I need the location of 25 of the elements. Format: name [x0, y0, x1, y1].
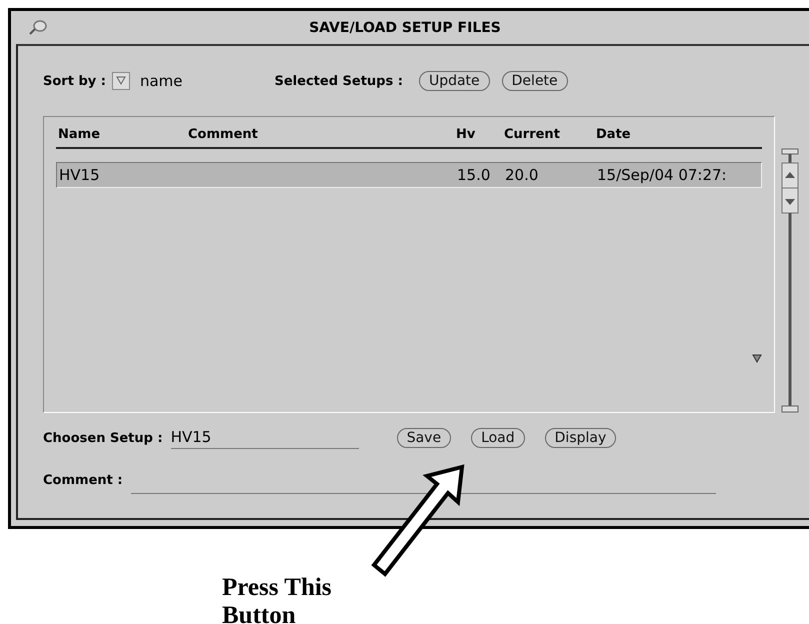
chosen-setup-label: Choosen Setup : [43, 430, 163, 446]
comment-label: Comment : [43, 472, 123, 488]
list-row[interactable]: HV15 15.0 20.0 15/Sep/04 07:27: [56, 162, 762, 188]
annotation-text: Press This Button [222, 574, 333, 624]
dropdown-button[interactable] [112, 72, 130, 90]
column-header: Date [596, 127, 632, 142]
chosen-setup-field[interactable]: HV15 [170, 428, 359, 448]
table-cell-text: 15.0 [457, 166, 492, 184]
table-cell-text: 20.0 [505, 166, 540, 184]
selected-setups-label: Selected Setups : [274, 74, 403, 88]
column-header: Hv [456, 127, 476, 142]
column-header: Name [58, 127, 102, 142]
action-button[interactable]: Load [471, 428, 525, 448]
window-title: SAVE/LOAD SETUP FILES [309, 20, 502, 36]
table-cell-text: HV15 [59, 166, 101, 184]
action-button[interactable]: Save [396, 428, 452, 448]
table-cell-text: 15/Sep/04 07:27: [597, 166, 728, 184]
column-header: Current [504, 127, 561, 142]
column-header: Comment [188, 127, 259, 142]
sort-label: Sort by : [43, 74, 106, 88]
scrollbar[interactable] [781, 148, 799, 414]
setup-button[interactable]: Delete [502, 71, 568, 91]
sort-value: name [140, 72, 182, 90]
action-button[interactable]: Display [544, 428, 616, 448]
setup-button[interactable]: Update [418, 71, 490, 91]
